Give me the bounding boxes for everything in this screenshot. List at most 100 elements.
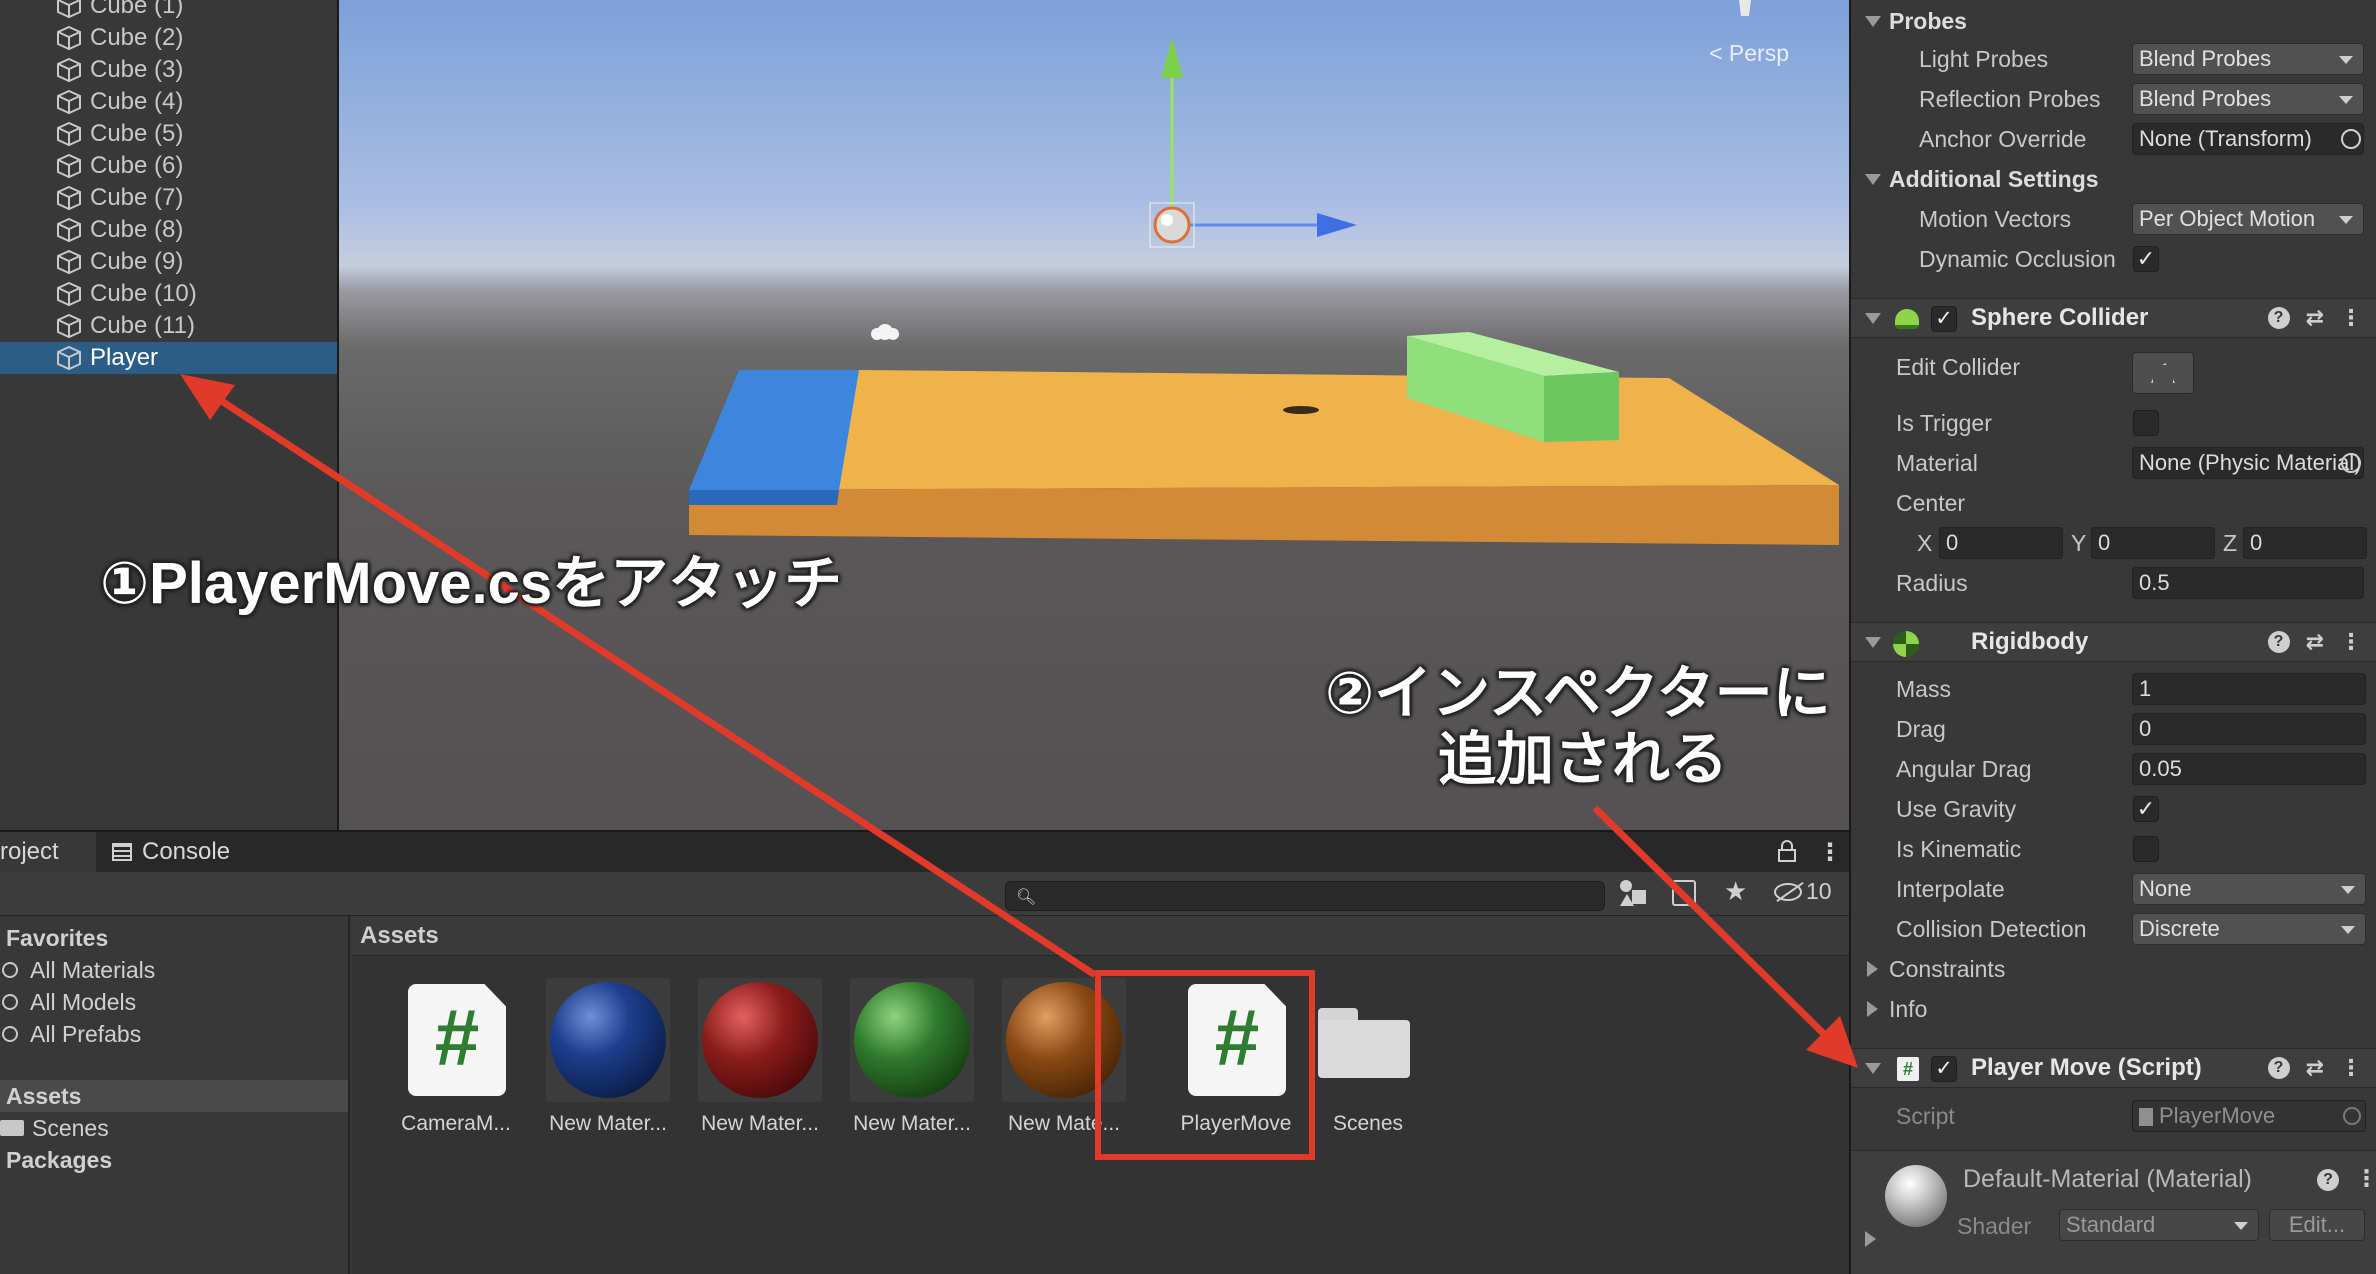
object-picker-icon[interactable]: [2341, 453, 2361, 473]
hierarchy-item[interactable]: Cube (3): [0, 54, 337, 86]
reflection-probes-dropdown[interactable]: Blend Probes: [2132, 83, 2364, 115]
asset-camera-move-script[interactable]: # CameraM...: [380, 978, 520, 1148]
tree-item-packages[interactable]: Packages: [0, 1144, 348, 1176]
hidden-packages-toggle[interactable]: 10: [1774, 878, 1832, 905]
constraints-foldout[interactable]: Constraints: [1851, 950, 2376, 988]
asset-material-orange[interactable]: New Mate...: [988, 978, 1128, 1148]
search-input[interactable]: 🔍︎: [1005, 881, 1605, 911]
hierarchy-item-label: Cube (11): [90, 312, 195, 339]
collision-detection-dropdown[interactable]: Discrete: [2132, 913, 2366, 945]
anchor-override-field[interactable]: None (Transform): [2132, 123, 2364, 155]
favorite-all-models[interactable]: All Models: [0, 986, 348, 1018]
hierarchy-item[interactable]: Cube (9): [0, 246, 337, 278]
light-probes-dropdown[interactable]: Blend Probes: [2132, 43, 2364, 75]
persp-label[interactable]: < Persp: [1709, 40, 1789, 67]
asset-material-blue[interactable]: New Mater...: [532, 978, 672, 1148]
rigidbody-header[interactable]: Rigidbody ? ⇄ ⋮: [1851, 622, 2376, 662]
scene-view[interactable]: < Persp: [339, 0, 1849, 830]
info-foldout[interactable]: Info: [1851, 990, 2376, 1028]
presets-icon[interactable]: ⇄: [2306, 305, 2324, 331]
presets-icon[interactable]: ⇄: [2306, 1055, 2324, 1081]
object-picker-icon[interactable]: [2341, 129, 2361, 149]
hierarchy-item[interactable]: Cube (1): [0, 0, 337, 22]
kebab-menu-icon[interactable]: ⋮: [1818, 838, 1842, 867]
asset-material-green[interactable]: New Mater...: [836, 978, 976, 1148]
rigidbody-icon: [1893, 631, 1919, 657]
sphere-collider-enabled-checkbox[interactable]: ✓: [1931, 306, 1957, 332]
hierarchy-item[interactable]: Cube (4): [0, 86, 337, 118]
collider-material-field[interactable]: None (Physic Material): [2132, 447, 2364, 479]
hierarchy-item[interactable]: Cube (7): [0, 182, 337, 214]
hierarchy-item[interactable]: Cube (10): [0, 278, 337, 310]
hierarchy-item[interactable]: Cube (6): [0, 150, 337, 182]
player-move-enabled-checkbox[interactable]: ✓: [1931, 1056, 1957, 1082]
camera-gizmo-cone[interactable]: [1739, 0, 1751, 16]
is-kinematic-checkbox[interactable]: [2133, 836, 2159, 862]
presets-icon[interactable]: ⇄: [2306, 629, 2324, 655]
material-section: Default-Material (Material) ? ⋮ Shader S…: [1851, 1150, 2376, 1274]
shader-edit-button[interactable]: Edit...: [2269, 1209, 2365, 1241]
favorite-star-icon[interactable]: ★: [1724, 876, 1747, 907]
favorite-all-materials[interactable]: All Materials: [0, 954, 348, 986]
favorites-header[interactable]: Favorites: [0, 922, 348, 954]
kebab-menu-icon[interactable]: ⋮: [2340, 629, 2362, 655]
hierarchy-item[interactable]: Cube (5): [0, 118, 337, 150]
shader-label: Shader: [1957, 1213, 2032, 1239]
help-icon[interactable]: ?: [2267, 1057, 2290, 1079]
tree-item-label: Assets: [6, 1082, 82, 1109]
asset-label: New Mate...: [1007, 1112, 1121, 1135]
use-gravity-checkbox[interactable]: ✓: [2133, 796, 2159, 822]
help-icon[interactable]: ?: [2317, 1169, 2339, 1191]
drag-field[interactable]: 0: [2132, 713, 2366, 745]
motion-vectors-dropdown[interactable]: Per Object Motion: [2132, 203, 2364, 235]
lock-icon[interactable]: [1778, 840, 1796, 862]
foldout-closed-icon[interactable]: [1865, 1231, 1876, 1247]
hierarchy-item[interactable]: Cube (2): [0, 22, 337, 54]
scene-canvas[interactable]: [339, 0, 1849, 830]
asset-material-red[interactable]: New Mater...: [684, 978, 824, 1148]
interpolate-dropdown[interactable]: None: [2132, 873, 2366, 905]
hierarchy-item-label: Cube (10): [90, 280, 197, 307]
edit-collider-button[interactable]: [2132, 352, 2194, 394]
sphere-collider-header[interactable]: ✓ Sphere Collider ? ⇄ ⋮: [1851, 298, 2376, 338]
mass-field[interactable]: 1: [2132, 673, 2366, 705]
shader-dropdown[interactable]: Standard: [2059, 1209, 2259, 1241]
is-trigger-checkbox[interactable]: [2133, 410, 2159, 436]
center-xyz-row: X 0 Y 0 Z 0: [1851, 524, 2376, 562]
center-z-field[interactable]: 0: [2243, 527, 2367, 559]
asset-scenes-folder[interactable]: Scenes: [1292, 978, 1432, 1148]
help-icon[interactable]: ?: [2267, 631, 2290, 653]
favorite-all-prefabs[interactable]: All Prefabs: [0, 1018, 348, 1050]
kebab-menu-icon[interactable]: ⋮: [2340, 1055, 2362, 1081]
angular-drag-field[interactable]: 0.05: [2132, 753, 2366, 785]
is-kinematic-row: Is Kinematic: [1851, 830, 2376, 868]
filter-by-label-icon[interactable]: [1672, 880, 1696, 906]
player-shadow: [1283, 406, 1319, 414]
hierarchy-item[interactable]: Cube (8): [0, 214, 337, 246]
additional-settings-foldout[interactable]: Additional Settings: [1851, 160, 2376, 198]
kebab-menu-icon[interactable]: ⋮: [2340, 305, 2362, 331]
help-icon[interactable]: ?: [2267, 307, 2290, 329]
probes-foldout[interactable]: Probes: [1851, 2, 2376, 40]
hierarchy-item[interactable]: Cube (11): [0, 310, 337, 342]
center-x-field[interactable]: 0: [1939, 527, 2063, 559]
player-move-header[interactable]: # ✓ Player Move (Script) ? ⇄ ⋮: [1851, 1048, 2376, 1088]
folder-icon: [1318, 1008, 1410, 1078]
tab-project[interactable]: roject: [0, 832, 96, 872]
tree-item-assets[interactable]: Assets: [0, 1080, 348, 1112]
light-icon[interactable]: [871, 324, 899, 340]
assets-breadcrumb[interactable]: Assets: [352, 916, 1849, 956]
tab-console[interactable]: Console: [112, 832, 272, 872]
hierarchy-item-label: Cube (2): [90, 24, 184, 51]
dynamic-occlusion-checkbox[interactable]: ✓: [2133, 246, 2159, 272]
kebab-menu-icon[interactable]: ⋮: [2355, 1165, 2376, 1192]
radius-field[interactable]: 0.5: [2132, 567, 2364, 599]
hierarchy-item-player[interactable]: Player: [0, 342, 337, 374]
filter-by-type-icon[interactable]: [1620, 880, 1646, 906]
assets-grid-panel: Assets # CameraM... New Mater... New Mat…: [352, 916, 1849, 1274]
tree-item-scenes[interactable]: Scenes: [0, 1112, 348, 1144]
asset-player-move-script[interactable]: # PlayerMove: [1140, 978, 1291, 1148]
center-y-field[interactable]: 0: [2091, 527, 2215, 559]
rigidbody-title: Rigidbody: [1971, 628, 2089, 655]
move-gizmo[interactable]: [1149, 38, 1357, 248]
